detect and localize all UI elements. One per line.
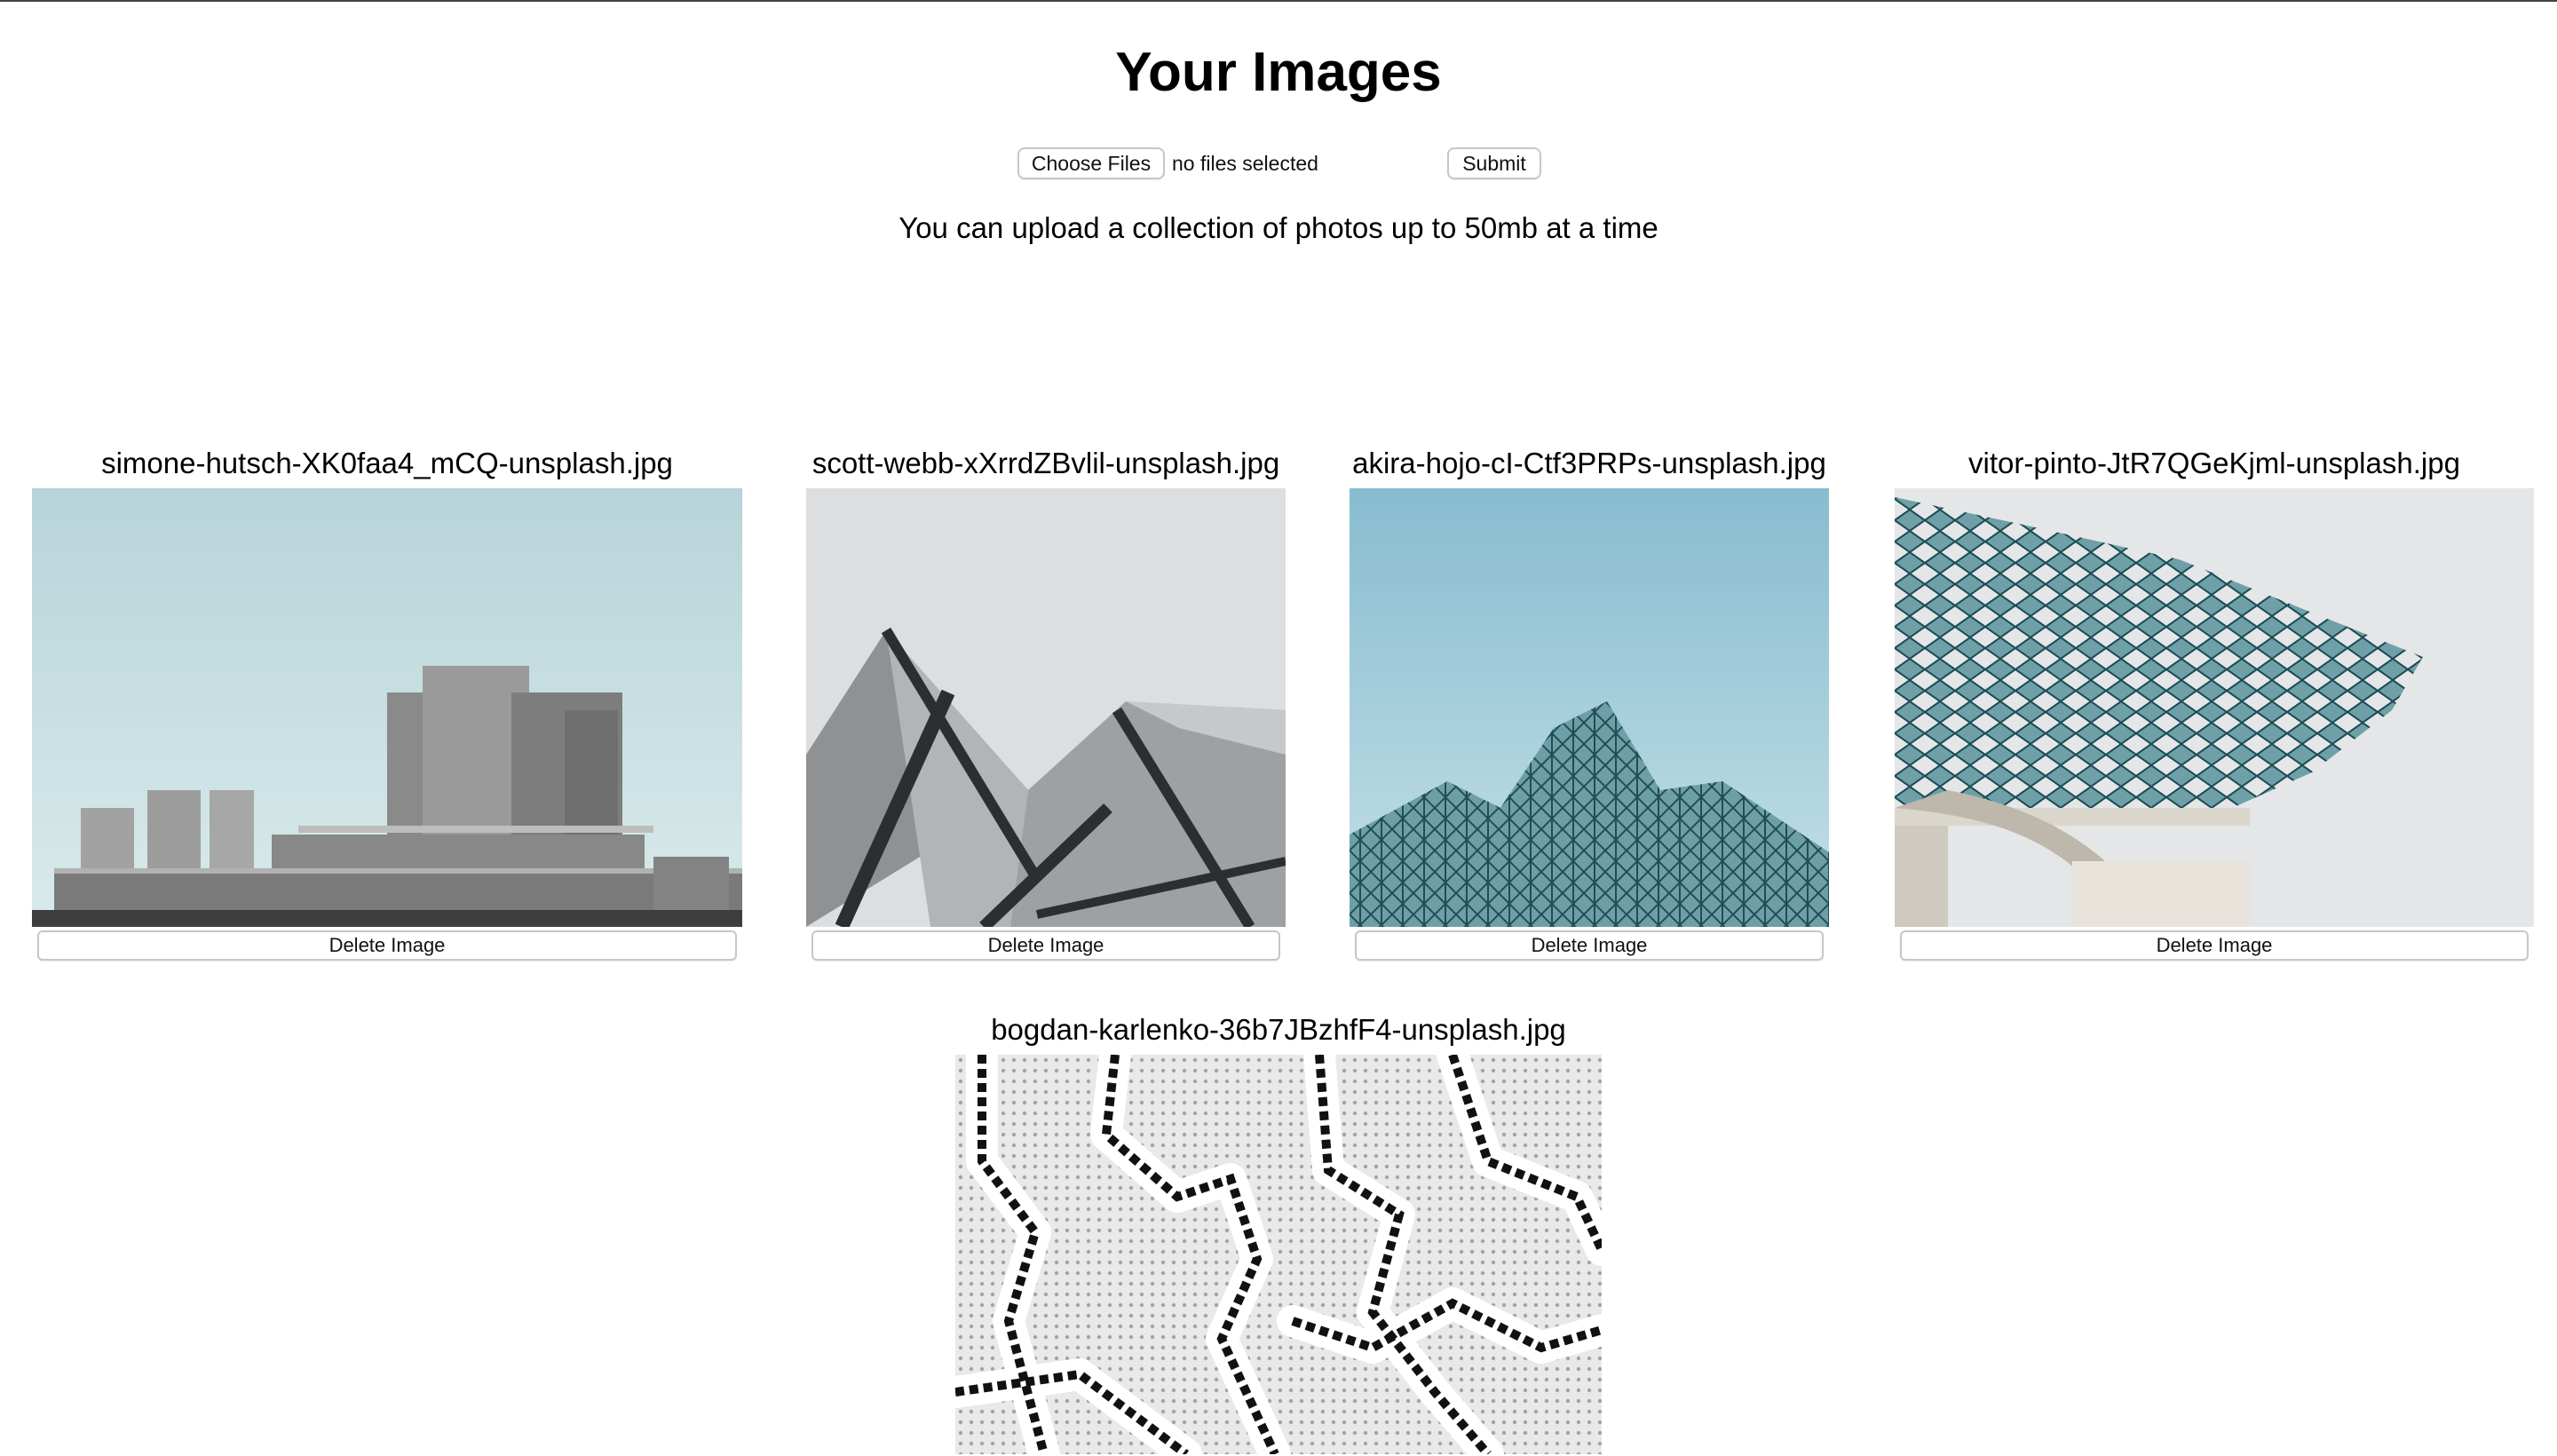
image-preview[interactable] [1895, 488, 2534, 927]
image-filename: akira-hojo-cI-Ctf3PRPs-unsplash.jpg [1352, 447, 1826, 479]
image-filename: simone-hutsch-XK0faa4_mCQ-unsplash.jpg [101, 447, 673, 479]
delete-image-button[interactable]: Delete Image [1900, 930, 2529, 961]
submit-button[interactable]: Submit [1447, 147, 1541, 179]
image-preview[interactable] [32, 488, 742, 927]
image-preview[interactable] [1350, 488, 1829, 927]
upload-note: You can upload a collection of photos up… [899, 211, 1658, 244]
image-filename: scott-webb-xXrrdZBvlil-unsplash.jpg [811, 447, 1280, 479]
image-filename: bogdan-karlenko-36b7JBzhfF4-unsplash.jpg [991, 1013, 1566, 1046]
image-preview[interactable] [806, 488, 1286, 927]
delete-image-button[interactable]: Delete Image [811, 930, 1280, 961]
delete-image-button[interactable]: Delete Image [37, 930, 737, 961]
delete-image-button[interactable]: Delete Image [1355, 930, 1824, 961]
page-title: Your Images [1115, 42, 1442, 103]
top-border [0, 0, 2557, 2]
file-status-text: no files selected [1172, 152, 1318, 175]
image-preview[interactable] [955, 1055, 1602, 1454]
choose-files-button[interactable]: Choose Files [1017, 147, 1165, 179]
image-filename: vitor-pinto-JtR7QGeKjml-unsplash.jpg [1968, 447, 2460, 479]
upload-form: Choose Files no files selected Submit [1017, 147, 1550, 179]
